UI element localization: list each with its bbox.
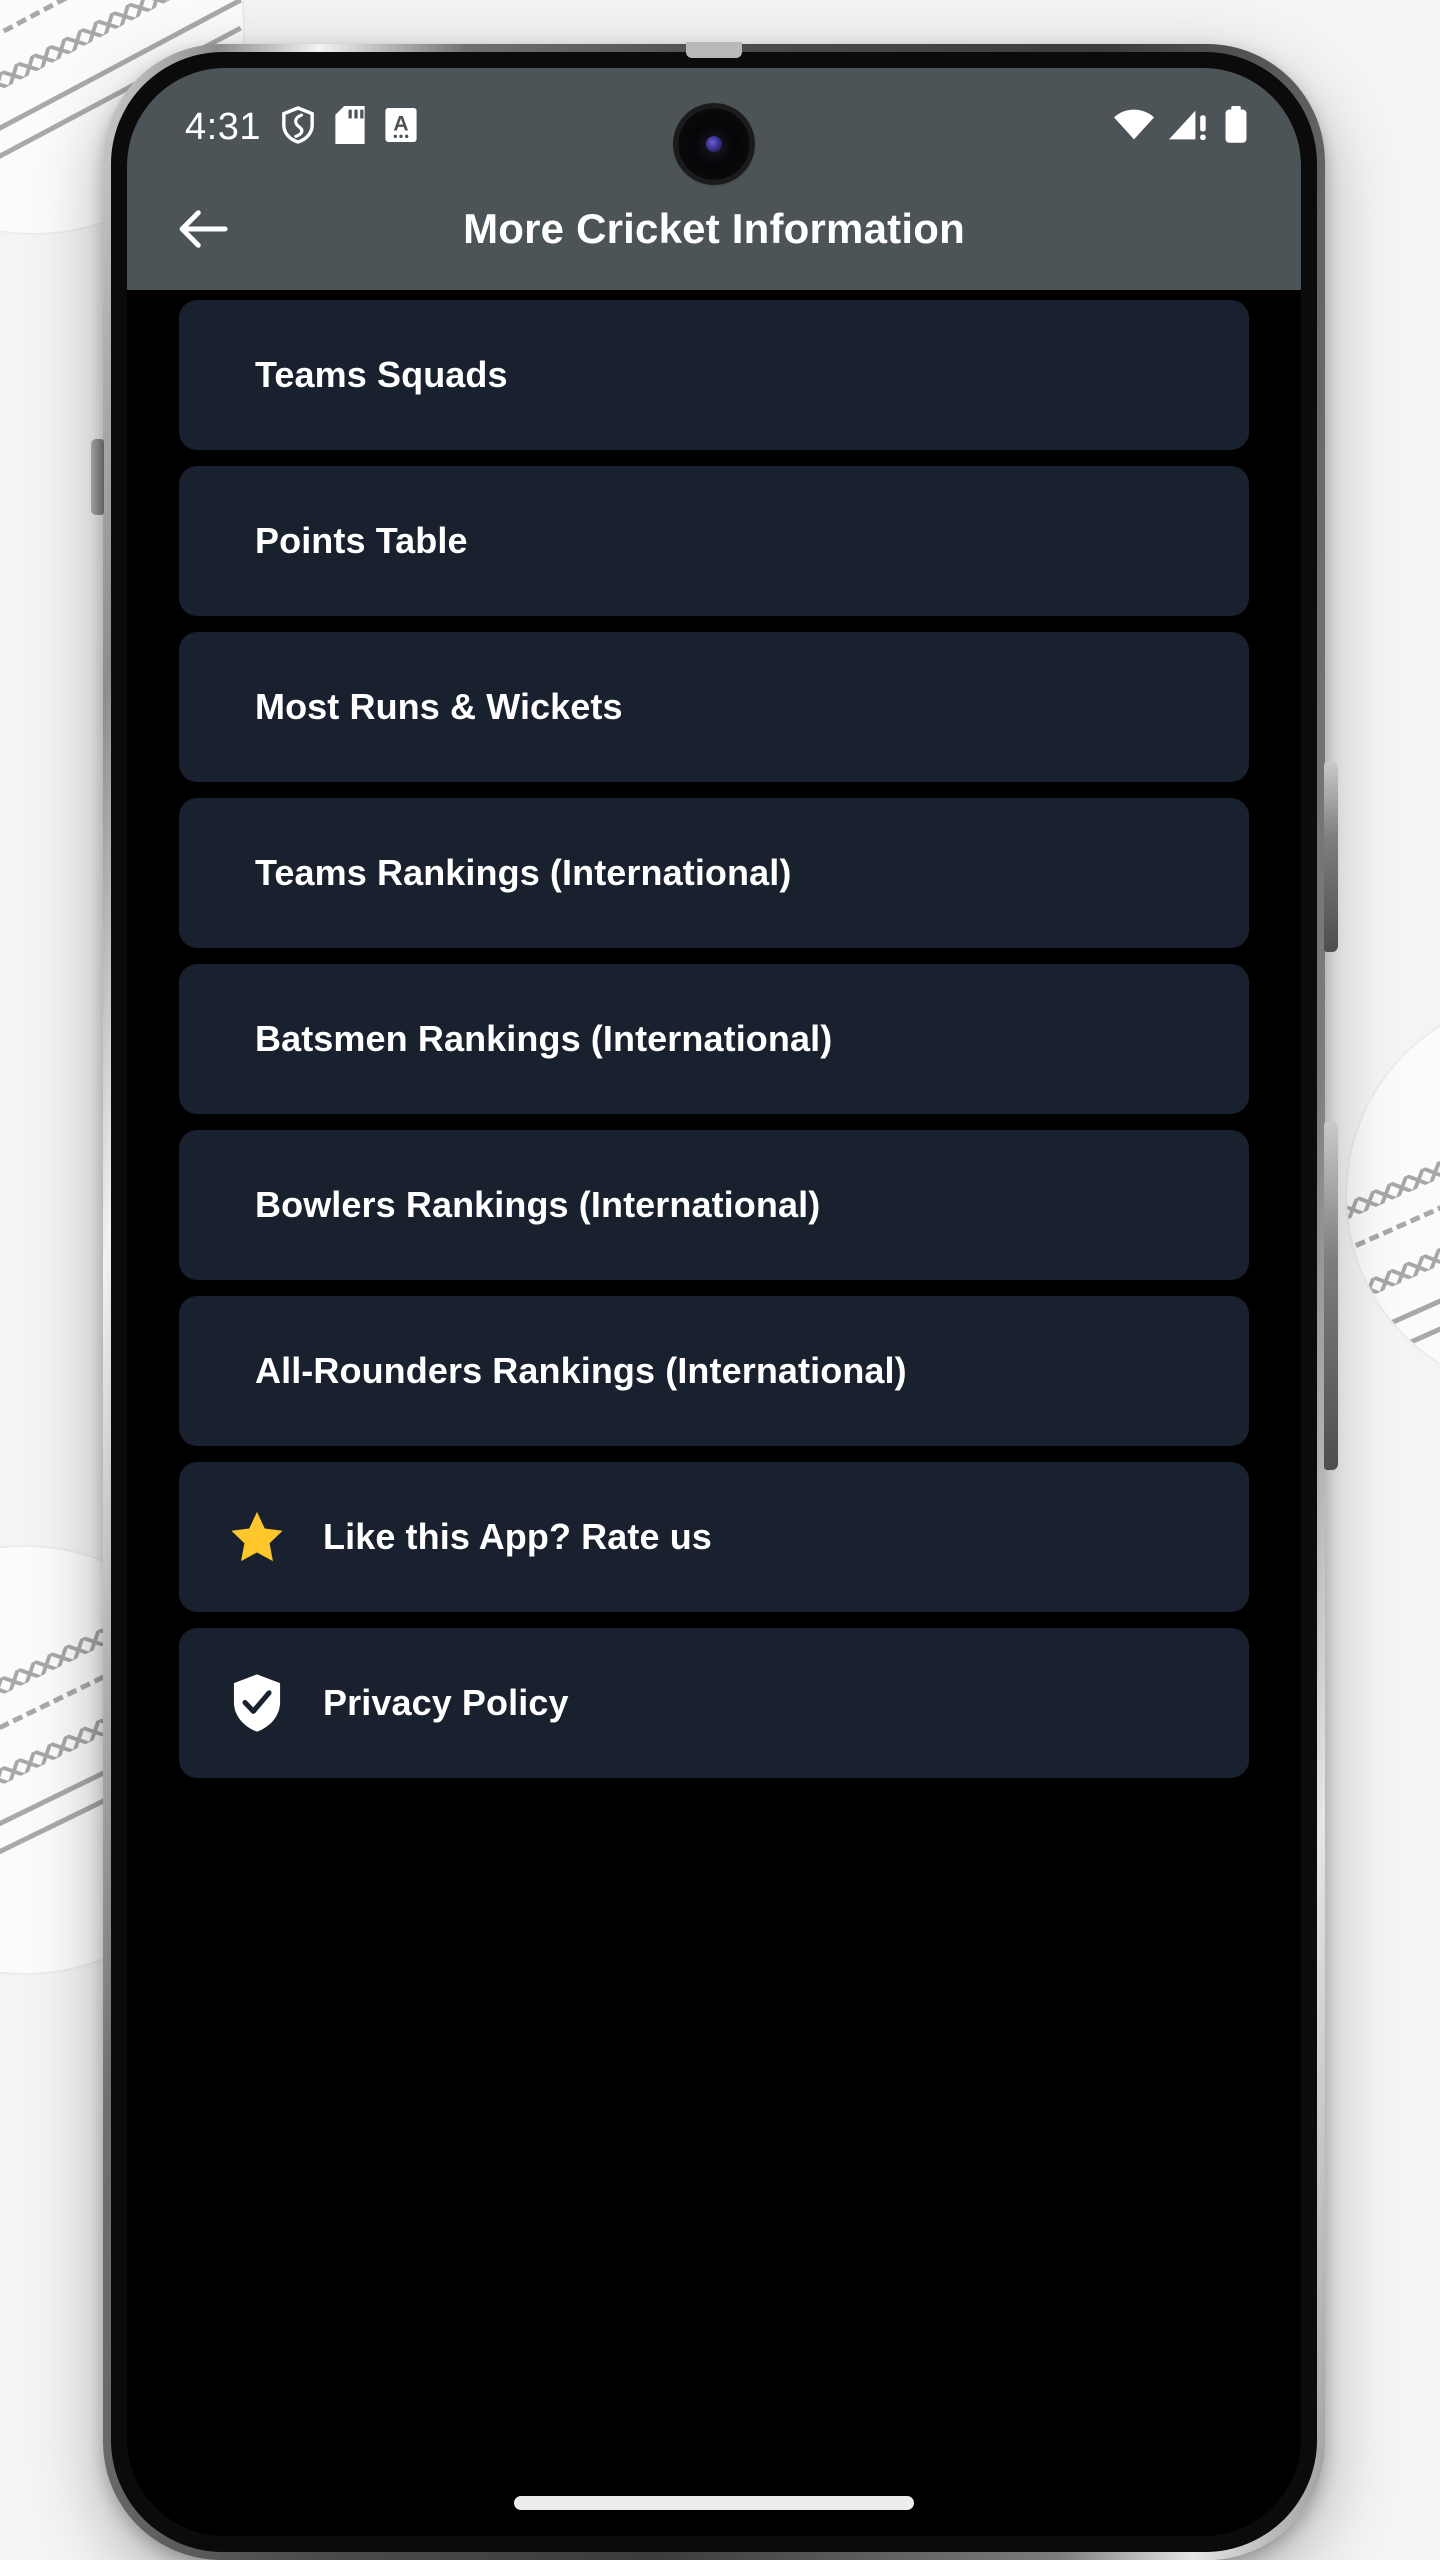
menu-item-label: Teams Squads bbox=[255, 354, 508, 395]
menu-item-batsmen-rankings[interactable]: Batsmen Rankings (International) bbox=[179, 964, 1249, 1114]
top-bar: 4:31 A More Cricket Information bbox=[127, 68, 1301, 290]
phone-screen: 4:31 A More Cricket Information Teams Sq… bbox=[127, 68, 1301, 2536]
menu-item-bowlers-rankings[interactable]: Bowlers Rankings (International) bbox=[179, 1130, 1249, 1280]
frame-antenna-nub bbox=[686, 42, 742, 58]
app-root: 4:31 A More Cricket Information Teams Sq… bbox=[127, 68, 1301, 2536]
font-size-a-icon: A bbox=[385, 107, 417, 147]
volume-button-left[interactable] bbox=[91, 439, 104, 515]
phone-device: 4:31 A More Cricket Information Teams Sq… bbox=[91, 42, 1338, 2560]
menu-item-label: Like this App? Rate us bbox=[323, 1516, 712, 1557]
status-clock: 4:31 bbox=[185, 106, 261, 148]
front-camera-icon bbox=[678, 108, 750, 180]
status-bar-right bbox=[1113, 105, 1249, 149]
menu-item-all-rounders-rankings[interactable]: All-Rounders Rankings (International) bbox=[179, 1296, 1249, 1446]
svg-text:A: A bbox=[393, 111, 408, 135]
menu-item-points-table[interactable]: Points Table bbox=[179, 466, 1249, 616]
sd-card-icon bbox=[335, 105, 365, 149]
app-bar: More Cricket Information bbox=[127, 168, 1301, 290]
shield-icon bbox=[281, 105, 315, 149]
shield-check-icon bbox=[221, 1673, 293, 1733]
wifi-icon bbox=[1113, 109, 1155, 146]
cricket-ball-decor-right bbox=[1345, 995, 1440, 1395]
home-indicator[interactable] bbox=[514, 2496, 914, 2510]
menu-item-teams-rankings[interactable]: Teams Rankings (International) bbox=[179, 798, 1249, 948]
menu-item-privacy-policy[interactable]: Privacy Policy bbox=[179, 1628, 1249, 1778]
menu-item-label: All-Rounders Rankings (International) bbox=[255, 1350, 907, 1391]
star-icon bbox=[221, 1508, 293, 1566]
menu-item-label: Most Runs & Wickets bbox=[255, 686, 623, 727]
menu-list[interactable]: Teams Squads Points Table Most Runs & Wi… bbox=[127, 290, 1301, 2536]
menu-item-teams-squads[interactable]: Teams Squads bbox=[179, 300, 1249, 450]
power-button[interactable] bbox=[1324, 1122, 1338, 1470]
menu-item-most-runs-wickets[interactable]: Most Runs & Wickets bbox=[179, 632, 1249, 782]
device-bezel: 4:31 A More Cricket Information Teams Sq… bbox=[111, 52, 1317, 2552]
menu-item-label: Bowlers Rankings (International) bbox=[255, 1184, 821, 1225]
status-bar-left: 4:31 A bbox=[185, 105, 417, 149]
battery-icon bbox=[1223, 105, 1249, 149]
back-button[interactable] bbox=[161, 186, 247, 272]
page-title: More Cricket Information bbox=[463, 205, 965, 252]
menu-item-label: Points Table bbox=[255, 520, 468, 561]
cellular-signal-alert-icon bbox=[1169, 109, 1209, 146]
volume-button-right[interactable] bbox=[1324, 762, 1338, 952]
status-bar: 4:31 A bbox=[127, 86, 1301, 180]
arrow-left-icon bbox=[179, 210, 228, 248]
menu-item-label: Teams Rankings (International) bbox=[255, 852, 792, 893]
menu-item-label: Privacy Policy bbox=[323, 1682, 569, 1723]
menu-item-rate-us[interactable]: Like this App? Rate us bbox=[179, 1462, 1249, 1612]
menu-item-label: Batsmen Rankings (International) bbox=[255, 1018, 833, 1059]
